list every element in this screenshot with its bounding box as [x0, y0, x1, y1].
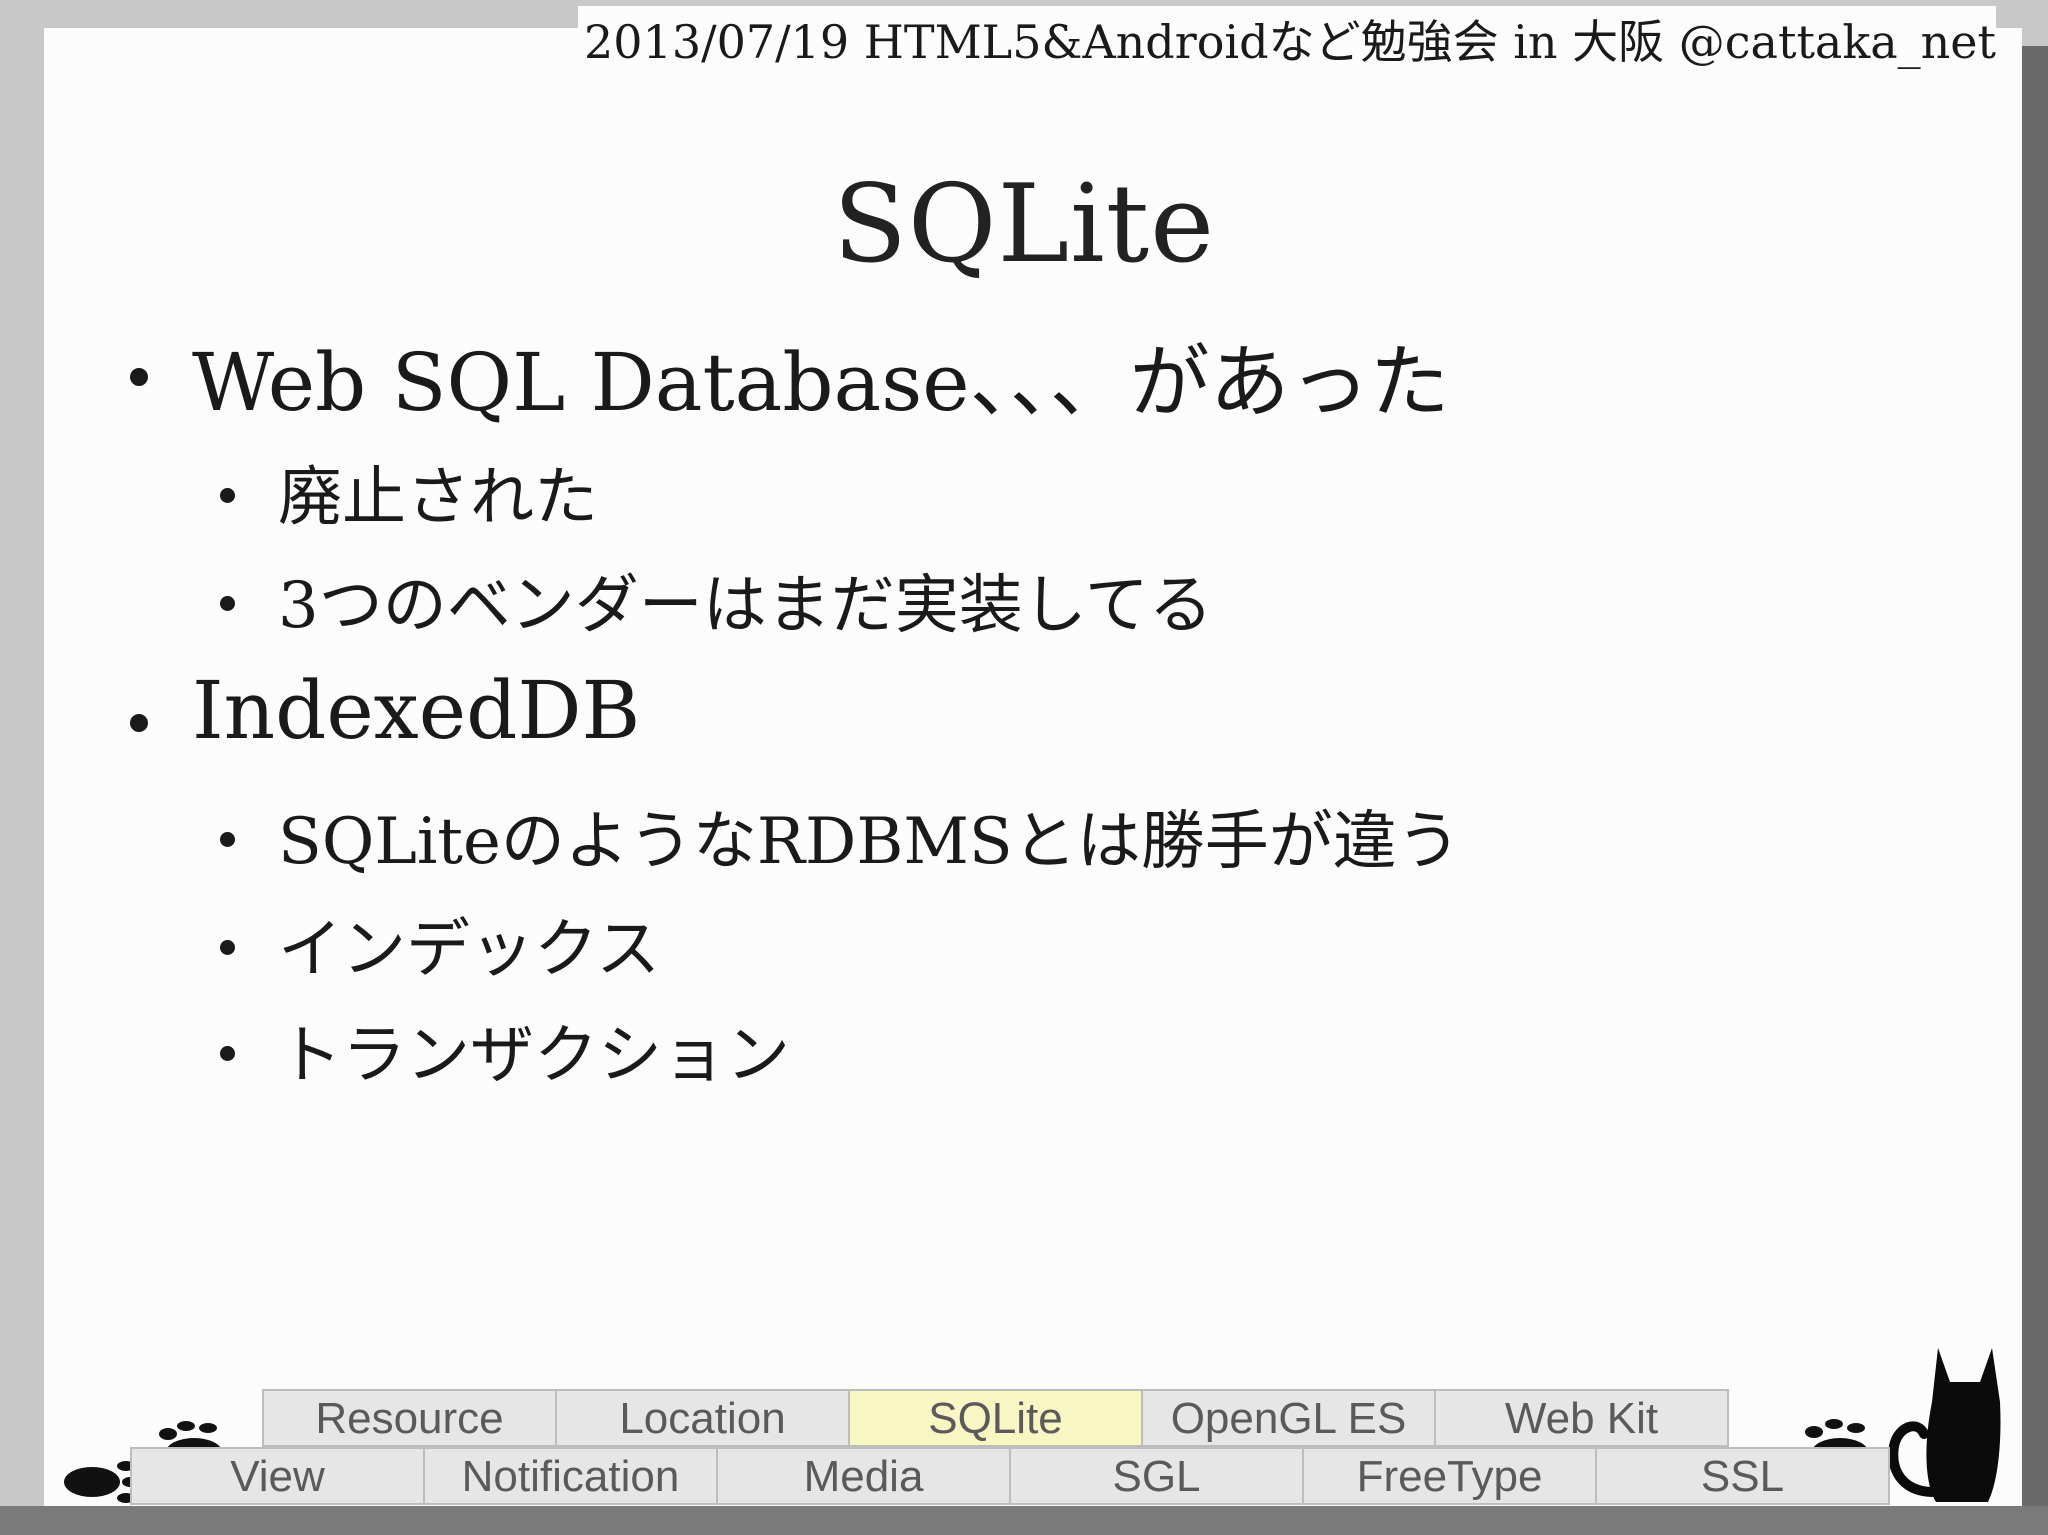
bullet-indexeddb: IndexedDB	[130, 664, 641, 757]
nav-tab-view[interactable]: View	[130, 1447, 425, 1505]
bullet-text: SQLiteのようなRDBMSとは勝手が違う	[278, 805, 1461, 879]
nav-tab-opengl-es[interactable]: OpenGL ES	[1141, 1389, 1436, 1447]
sub-bullet: SQLiteのようなRDBMSとは勝手が違う	[220, 790, 1461, 882]
bullet-text: 廃止された	[278, 461, 598, 535]
bullet-text: 3つのベンダーはまだ実装してる	[278, 569, 1213, 643]
sub-bullet: インデックス	[220, 898, 661, 990]
slide-header: 2013/07/19 HTML5&Androidなど勉強会 in 大阪 @cat…	[578, 6, 1996, 72]
nav-tab-sgl[interactable]: SGL	[1009, 1447, 1304, 1505]
paw-print-icon	[64, 1461, 138, 1503]
nav-tab-location[interactable]: Location	[555, 1389, 850, 1447]
cat-icon	[1888, 1348, 2001, 1502]
nav-tab-web-kit[interactable]: Web Kit	[1434, 1389, 1729, 1447]
nav-tab-ssl[interactable]: SSL	[1595, 1447, 1890, 1505]
bullet-dot	[220, 596, 235, 611]
bullet-web-sql: Web SQL Database、、、があった	[130, 318, 1450, 434]
bullet-dot	[130, 714, 148, 732]
bullet-dot	[220, 488, 235, 503]
slide-shadow-bottom	[0, 1506, 2048, 1535]
nav-tab-sqlite[interactable]: SQLite	[848, 1389, 1143, 1447]
nav-tab-resource[interactable]: Resource	[262, 1389, 557, 1447]
bullet-dot	[220, 940, 235, 955]
sub-bullet: 廃止された	[220, 446, 598, 538]
bullet-text: トランザクション	[278, 1019, 790, 1093]
bullet-text: IndexedDB	[192, 664, 641, 757]
bullet-text: Web SQL Database、、、があった	[192, 336, 1450, 429]
sub-bullet: 3つのベンダーはまだ実装してる	[220, 554, 1213, 646]
slide-title: SQLite	[832, 162, 1216, 287]
bullet-dot	[220, 832, 235, 847]
sub-bullet: トランザクション	[220, 1004, 790, 1096]
nav-tab-notification[interactable]: Notification	[423, 1447, 718, 1505]
nav-tab-media[interactable]: Media	[716, 1447, 1011, 1505]
bullet-dot	[220, 1046, 235, 1061]
bullet-text: インデックス	[278, 913, 661, 987]
nav-tab-freetype[interactable]: FreeType	[1302, 1447, 1597, 1505]
bullet-dot	[130, 368, 148, 386]
